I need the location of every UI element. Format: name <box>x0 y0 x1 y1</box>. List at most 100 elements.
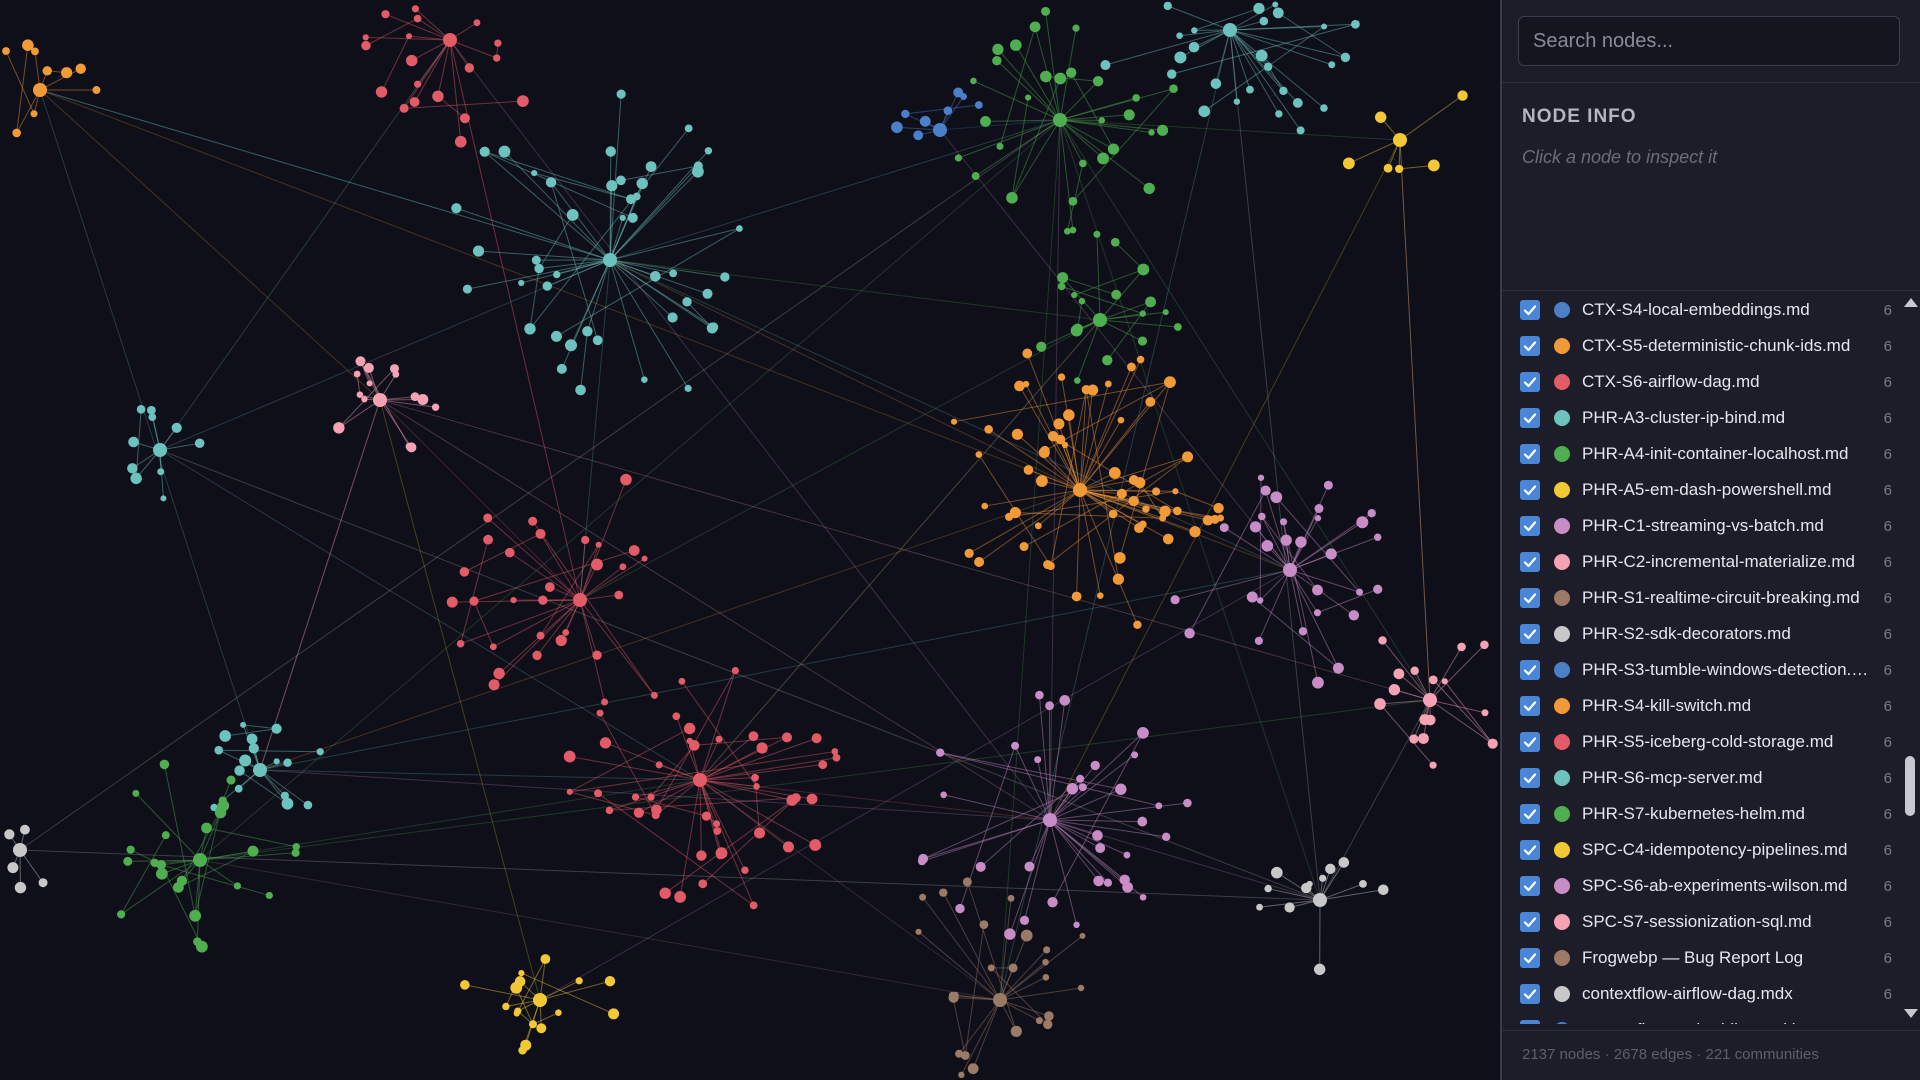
graph-node[interactable] <box>975 861 986 872</box>
graph-node[interactable] <box>1043 946 1051 954</box>
graph-node[interactable] <box>1066 783 1079 795</box>
graph-node[interactable] <box>1098 117 1106 124</box>
graph-node[interactable] <box>4 829 15 840</box>
graph-node[interactable] <box>975 451 983 458</box>
graph-node[interactable] <box>1102 355 1113 366</box>
graph-node[interactable] <box>1076 774 1085 783</box>
graph-node[interactable] <box>1107 143 1120 155</box>
graph-node[interactable] <box>1162 309 1169 316</box>
graph-node[interactable] <box>619 563 627 571</box>
graph-node[interactable] <box>1005 512 1014 521</box>
graph-node[interactable] <box>1338 857 1350 868</box>
graph-hub-node[interactable] <box>1073 483 1087 497</box>
graph-node[interactable] <box>518 1046 527 1055</box>
graph-node[interactable] <box>1127 362 1136 372</box>
graph-node[interactable] <box>1314 515 1322 522</box>
graph-node[interactable] <box>1374 533 1382 541</box>
graph-node[interactable] <box>1008 963 1018 973</box>
graph-node[interactable] <box>628 545 640 556</box>
graph-node[interactable] <box>1087 384 1099 396</box>
list-item[interactable]: CTX-S6-airflow-dag.md 6 <box>1502 364 1898 400</box>
graph-node[interactable] <box>1092 830 1103 841</box>
graph-node[interactable] <box>22 39 34 52</box>
graph-node[interactable] <box>1295 536 1307 548</box>
graph-node[interactable] <box>333 422 345 434</box>
graph-node[interactable] <box>493 667 505 680</box>
graph-node[interactable] <box>669 269 678 278</box>
graph-node[interactable] <box>194 438 205 449</box>
graph-node[interactable] <box>160 495 167 502</box>
graph-node[interactable] <box>234 784 243 793</box>
graph-node[interactable] <box>970 77 977 85</box>
graph-node[interactable] <box>42 66 52 76</box>
graph-node[interactable] <box>1041 6 1051 16</box>
graph-node[interactable] <box>604 975 616 987</box>
graph-node[interactable] <box>1074 377 1081 384</box>
graph-node[interactable] <box>1159 505 1171 518</box>
graph-node[interactable] <box>528 1020 537 1029</box>
graph-node[interactable] <box>451 203 462 214</box>
list-item[interactable]: PHR-A5-em-dash-powershell.md 6 <box>1502 472 1898 508</box>
graph-node[interactable] <box>1272 7 1284 19</box>
graph-node[interactable] <box>1393 668 1405 680</box>
graph-node[interactable] <box>1139 310 1146 317</box>
graph-node[interactable] <box>1040 70 1052 83</box>
graph-node[interactable] <box>1272 1 1279 8</box>
graph-node[interactable] <box>1487 738 1498 749</box>
graph-node[interactable] <box>498 145 511 158</box>
graph-node[interactable] <box>1035 1017 1043 1025</box>
graph-node[interactable] <box>650 271 661 282</box>
scroll-down-arrow-icon[interactable] <box>1904 1009 1918 1018</box>
graph-node[interactable] <box>148 413 157 421</box>
graph-node[interactable] <box>234 765 245 776</box>
graph-node[interactable] <box>1104 380 1112 388</box>
graph-node[interactable] <box>616 175 626 186</box>
graph-node[interactable] <box>917 857 927 866</box>
graph-node[interactable] <box>940 791 947 799</box>
graph-node[interactable] <box>1359 880 1367 888</box>
graph-node[interactable] <box>375 86 388 98</box>
graph-node[interactable] <box>756 742 768 754</box>
graph-node[interactable] <box>226 775 236 785</box>
graph-node[interactable] <box>518 969 525 977</box>
graph-node[interactable] <box>488 679 500 691</box>
graph-node[interactable] <box>1007 894 1015 902</box>
graph-node[interactable] <box>1409 734 1419 744</box>
list-item[interactable]: contextflow-embeddings-with... 6 <box>1502 1012 1898 1024</box>
graph-node[interactable] <box>1095 843 1106 854</box>
graph-node[interactable] <box>606 180 618 192</box>
graph-node[interactable] <box>1079 159 1087 168</box>
graph-node[interactable] <box>987 964 995 972</box>
graph-node[interactable] <box>684 124 693 133</box>
graph-node[interactable] <box>555 1009 562 1017</box>
graph-node[interactable] <box>1418 733 1429 744</box>
graph-node[interactable] <box>1092 76 1104 87</box>
graph-node[interactable] <box>696 850 707 861</box>
graph-node[interactable] <box>599 737 612 749</box>
graph-node[interactable] <box>353 370 361 378</box>
graph-node[interactable] <box>1173 506 1182 516</box>
graph-hub-node[interactable] <box>443 33 457 47</box>
graph-node[interactable] <box>1261 540 1274 552</box>
graph-node[interactable] <box>246 733 258 745</box>
graph-hub-node[interactable] <box>533 993 547 1007</box>
graph-node[interactable] <box>1137 336 1148 346</box>
list-item[interactable]: PHR-A3-cluster-ip-bind.md 6 <box>1502 400 1898 436</box>
graph-node[interactable] <box>1259 16 1269 26</box>
graph-node[interactable] <box>1023 465 1034 475</box>
search-input[interactable] <box>1518 16 1900 66</box>
graph-node[interactable] <box>980 116 991 127</box>
graph-node[interactable] <box>1378 636 1387 645</box>
graph-node[interactable] <box>536 1023 547 1034</box>
graph-node[interactable] <box>1314 504 1324 514</box>
checkbox[interactable] <box>1520 912 1540 932</box>
graph-node[interactable] <box>1063 227 1071 235</box>
graph-node[interactable] <box>1374 698 1386 710</box>
graph-node[interactable] <box>960 93 967 100</box>
graph-node[interactable] <box>363 362 374 373</box>
graph-node[interactable] <box>563 750 576 763</box>
graph-node[interactable] <box>1424 714 1436 726</box>
graph-node[interactable] <box>303 800 313 810</box>
graph-node[interactable] <box>366 380 373 387</box>
graph-node[interactable] <box>1162 533 1174 545</box>
